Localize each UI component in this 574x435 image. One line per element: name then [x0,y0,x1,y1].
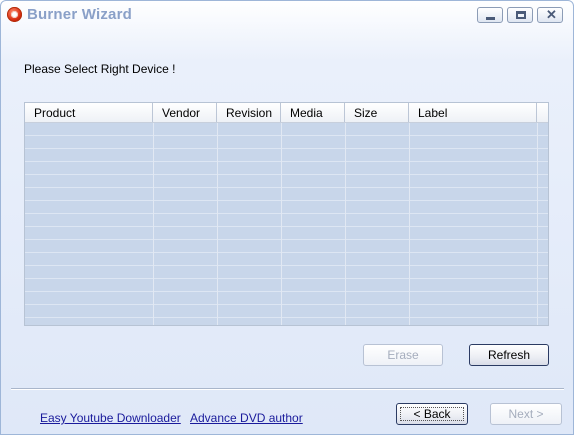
column-header-label[interactable]: Label [409,103,537,122]
table-row [25,292,548,305]
easy-youtube-downloader-link[interactable]: Easy Youtube Downloader [40,411,181,425]
table-row [25,175,548,188]
focus-rectangle [400,407,464,421]
column-header-vendor[interactable]: Vendor [153,103,217,122]
table-row [25,214,548,227]
next-button[interactable]: Next > [490,403,562,425]
close-icon: ✕ [546,7,557,22]
column-divider [281,123,282,325]
column-divider [217,123,218,325]
refresh-button[interactable]: Refresh [469,344,549,366]
column-divider [537,123,538,325]
title-bar[interactable]: Burner Wizard ✕ [1,1,573,31]
erase-button[interactable]: Erase [363,344,443,366]
table-row [25,305,548,318]
maximize-icon [516,11,526,19]
column-header-revision[interactable]: Revision [217,103,281,122]
column-header-media[interactable]: Media [281,103,345,122]
window-title: Burner Wizard [27,6,132,23]
minimize-icon [486,17,495,20]
column-divider [153,123,154,325]
column-divider [409,123,410,325]
table-row [25,188,548,201]
table-row [25,201,548,214]
table-row [25,253,548,266]
table-row [25,123,548,136]
table-row [25,162,548,175]
table-row [25,240,548,253]
table-row [25,149,548,162]
footer-separator [11,388,564,390]
back-button[interactable]: < Back [396,403,468,425]
burner-wizard-window: Burner Wizard ✕ Please Select Right Devi… [0,0,574,435]
table-row [25,279,548,292]
column-header-filler [537,103,548,122]
column-divider [345,123,346,325]
device-table[interactable]: Product Vendor Revision Media Size Label [24,102,549,326]
device-table-body[interactable] [25,123,548,325]
table-row [25,227,548,240]
table-row [25,266,548,279]
minimize-button[interactable] [477,7,503,23]
select-device-prompt: Please Select Right Device ! [24,62,176,76]
close-button[interactable]: ✕ [537,7,563,23]
advance-dvd-author-link[interactable]: Advance DVD author [190,411,303,425]
disc-burner-icon [7,7,22,22]
column-header-product[interactable]: Product [25,103,153,122]
column-header-size[interactable]: Size [345,103,409,122]
device-table-header: Product Vendor Revision Media Size Label [25,103,548,123]
maximize-button[interactable] [507,7,533,23]
table-row [25,136,548,149]
